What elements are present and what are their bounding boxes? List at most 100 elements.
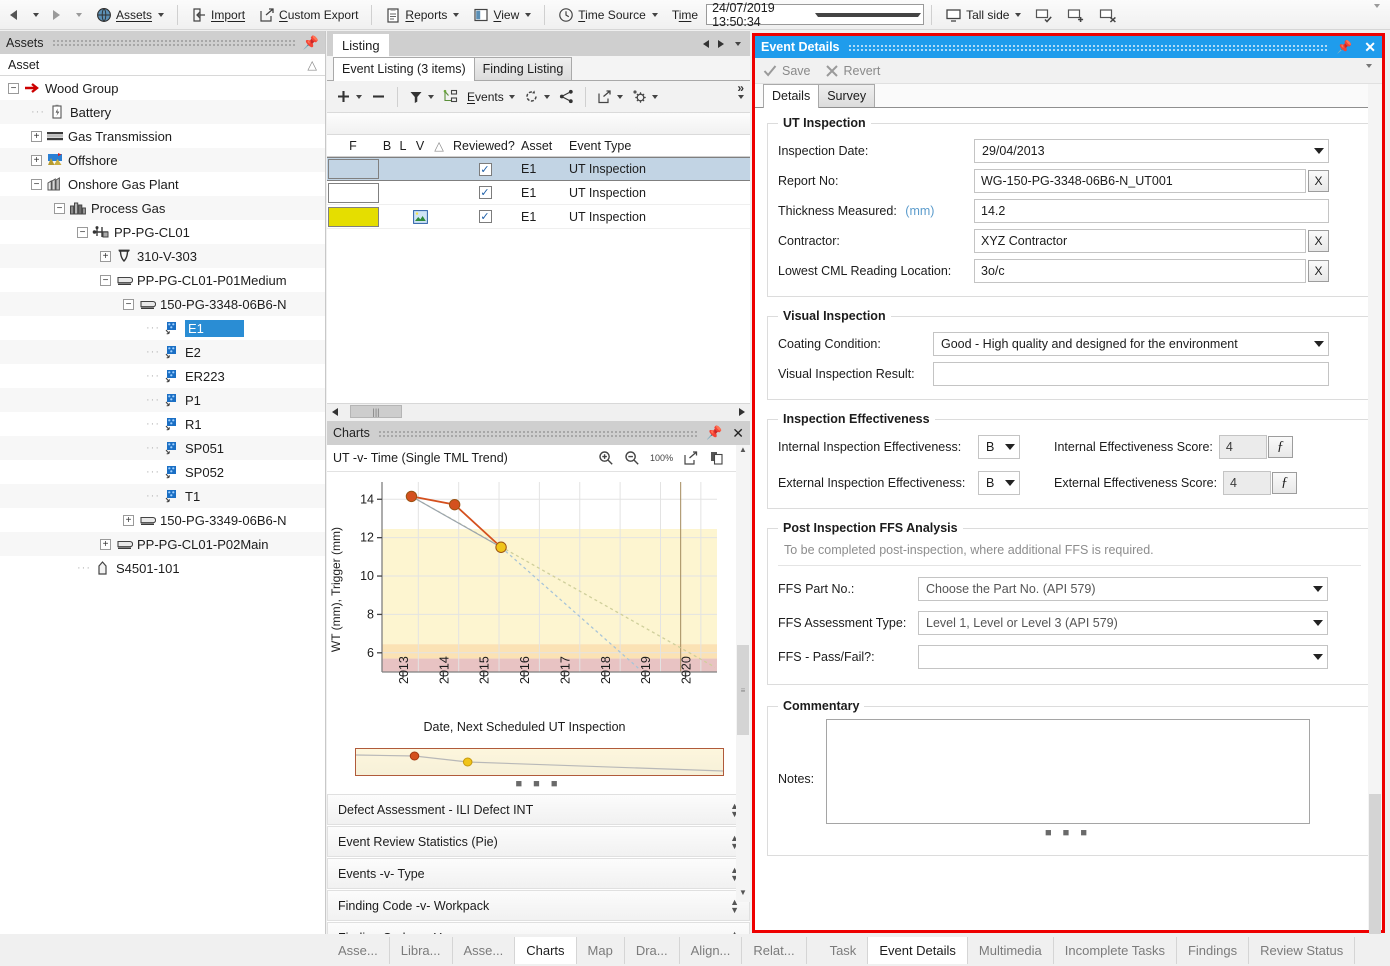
- col-B[interactable]: B: [379, 139, 395, 153]
- listing-filter-strip[interactable]: [327, 113, 750, 135]
- tree-item-e1[interactable]: ··· E1: [0, 316, 325, 340]
- visual-result-input[interactable]: [933, 362, 1329, 386]
- row-flag-swatch[interactable]: [327, 206, 379, 227]
- external-effectiveness-select[interactable]: B: [978, 471, 1020, 495]
- import-button[interactable]: Import: [185, 3, 251, 27]
- expand-icon[interactable]: +: [31, 130, 42, 142]
- internal-score-formula-button[interactable]: ƒ: [1267, 436, 1293, 458]
- custom-export-button[interactable]: Custom Export: [253, 3, 364, 27]
- toolbar-overflow-button[interactable]: [1372, 3, 1386, 22]
- export-listing-button[interactable]: [594, 87, 626, 106]
- toolbar-overflow-button[interactable]: »: [737, 82, 744, 99]
- listing-grid-header[interactable]: F B L V △ Reviewed? Asset Event Type: [327, 135, 750, 157]
- chevron-down-icon[interactable]: [814, 12, 922, 17]
- panel-menu-icon[interactable]: [735, 41, 741, 46]
- ffs-pass-fail-select[interactable]: [918, 645, 1328, 669]
- minimap-handle-dots[interactable]: ■ ■ ■: [327, 778, 750, 790]
- tall-side-menu[interactable]: Tall side: [939, 3, 1027, 27]
- ffs-part-no-select[interactable]: Choose the Part No. (API 579): [918, 577, 1328, 601]
- chart-list-item[interactable]: Event Review Statistics (Pie) ▲ ▼: [327, 826, 750, 857]
- row-flag-swatch[interactable]: [327, 182, 379, 203]
- event-details-tab-survey[interactable]: Survey: [818, 84, 876, 107]
- collapse-icon[interactable]: −: [8, 82, 19, 94]
- event-details-tabs[interactable]: Details Survey: [755, 84, 1382, 108]
- coating-condition-select[interactable]: Good - High quality and designed for the…: [933, 332, 1329, 356]
- listing-tabs[interactable]: Event Listing (3 items) Finding Listing: [327, 56, 750, 81]
- tree-item-process-gas[interactable]: − Process Gas: [0, 196, 325, 220]
- bottom-tab-review-status[interactable]: Review Status: [1249, 936, 1356, 964]
- time-input[interactable]: 24/07/2019 13:50:34: [706, 1, 925, 29]
- listing-tab-finding-listing[interactable]: Finding Listing: [473, 57, 573, 80]
- table-row[interactable]: ✓ E1 UT Inspection: [327, 205, 750, 229]
- collapse-icon[interactable]: −: [100, 274, 111, 286]
- col-event-type[interactable]: Event Type: [569, 139, 750, 153]
- monitor-check-button[interactable]: [1029, 3, 1059, 27]
- event-details-vscroll-thumb[interactable]: [1369, 794, 1381, 939]
- bottom-tabs-right[interactable]: Task Event Details Multimedia Incomplete Ta…: [819, 936, 1356, 964]
- tree-item-wood-group[interactable]: − Wood Group: [0, 76, 325, 100]
- tree-item-pp-pg-cl01[interactable]: − PP-PG-CL01: [0, 220, 325, 244]
- reviewed-checkbox[interactable]: ✓: [478, 186, 492, 199]
- tree-item-pp-pg-cl01-p02main[interactable]: + PP-PG-CL01-P02Main: [0, 532, 325, 556]
- col-L[interactable]: L: [395, 139, 411, 153]
- zoom-out-icon[interactable]: [624, 450, 640, 466]
- bottom-tab-map[interactable]: Map: [577, 936, 625, 964]
- listing-nav-buttons[interactable]: [703, 39, 744, 48]
- collapse-icon[interactable]: −: [31, 178, 42, 190]
- bottom-tab-align-[interactable]: Align...: [680, 936, 743, 964]
- tree-item-e2[interactable]: ··· E2: [0, 340, 325, 364]
- close-icon[interactable]: ✕: [732, 425, 744, 442]
- remove-event-button[interactable]: [368, 87, 389, 106]
- close-icon[interactable]: ✕: [1364, 39, 1376, 56]
- nav-back-button[interactable]: [4, 3, 23, 27]
- row-reviewed-cell[interactable]: ✓: [449, 210, 521, 223]
- hscroll-thumb[interactable]: |||: [350, 405, 402, 418]
- toolbar-overflow-button[interactable]: [1364, 64, 1372, 82]
- monitor-close-button[interactable]: [1093, 3, 1123, 27]
- row-reviewed-cell[interactable]: ✓: [449, 162, 521, 176]
- tree-item-offshore[interactable]: + Offshore: [0, 148, 325, 172]
- refresh-button[interactable]: [521, 87, 553, 106]
- tree-item-er223[interactable]: ··· ER223: [0, 364, 325, 388]
- report-no-clear-button[interactable]: X: [1308, 170, 1329, 192]
- bottom-tab-multimedia[interactable]: Multimedia: [968, 936, 1054, 964]
- bottom-tabs-left[interactable]: Asse... Libra... Asse... Charts Map Dra... Ali…: [327, 936, 807, 964]
- add-event-button[interactable]: [333, 87, 365, 106]
- hierarchy-button[interactable]: [440, 87, 461, 106]
- row-reviewed-cell[interactable]: ✓: [449, 186, 521, 199]
- tree-item-sp051[interactable]: ··· SP051: [0, 436, 325, 460]
- col-asset[interactable]: Asset: [521, 139, 569, 153]
- tree-item-pp-pg-cl01-p01medium[interactable]: − PP-PG-CL01-P01Medium: [0, 268, 325, 292]
- revert-button[interactable]: Revert: [825, 64, 880, 78]
- bottom-tab-dra-[interactable]: Dra...: [625, 936, 680, 964]
- chart-list-item[interactable]: Defect Assessment - ILI Defect INT ▲ ▼: [327, 794, 750, 825]
- bottom-tab-asse-[interactable]: Asse...: [327, 936, 390, 964]
- col-F[interactable]: F: [327, 139, 379, 153]
- asset-tree[interactable]: − Wood Group ··· Battery + Gas Transmission + O…: [0, 76, 325, 934]
- charts-vscroll-thumb[interactable]: ≡: [737, 645, 749, 735]
- inspection-date-select[interactable]: 29/04/2013: [974, 139, 1329, 163]
- bottom-tab-task[interactable]: Task: [819, 936, 869, 964]
- filter-button[interactable]: [406, 88, 437, 106]
- collapse-icon[interactable]: −: [123, 298, 134, 310]
- view-menu[interactable]: View: [467, 3, 537, 27]
- table-row[interactable]: ✓ E1 UT Inspection: [327, 181, 750, 205]
- collapse-icon[interactable]: −: [77, 226, 88, 238]
- settings-button[interactable]: [629, 87, 661, 106]
- prev-panel-icon[interactable]: [703, 39, 709, 48]
- external-score-formula-button[interactable]: ƒ: [1272, 472, 1298, 494]
- notes-textarea[interactable]: [826, 719, 1310, 824]
- col-reviewed[interactable]: Reviewed?: [449, 139, 521, 153]
- tree-item-onshore-gas-plant[interactable]: − Onshore Gas Plant: [0, 172, 325, 196]
- scroll-right-icon[interactable]: [739, 407, 745, 416]
- tree-item-r1[interactable]: ··· R1: [0, 412, 325, 436]
- reviewed-checkbox[interactable]: ✓: [478, 210, 492, 223]
- expand-icon[interactable]: +: [31, 154, 42, 166]
- events-menu[interactable]: Events: [464, 88, 518, 106]
- reports-menu[interactable]: Reports: [379, 3, 465, 27]
- export-icon[interactable]: [683, 450, 699, 466]
- event-details-vscroll[interactable]: [1368, 84, 1382, 939]
- row-media-cell[interactable]: [411, 209, 429, 224]
- table-row[interactable]: ✓ E1 UT Inspection: [327, 157, 750, 181]
- tree-item-s4501-101[interactable]: ··· S4501-101: [0, 556, 325, 580]
